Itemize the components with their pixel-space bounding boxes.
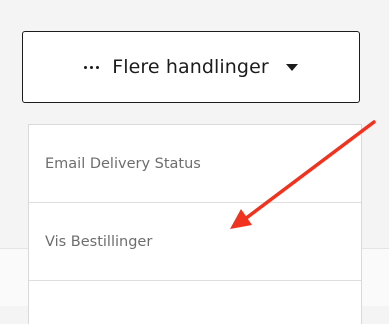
more-actions-button[interactable]: Flere handlinger [22,31,360,103]
more-actions-label: Flere handlinger [112,56,269,78]
ellipsis-icon [84,57,100,77]
menu-item-email-delivery-status[interactable]: Email Delivery Status [29,125,361,203]
menu-item-vis-bestillinger[interactable]: Vis Bestillinger [29,203,361,281]
more-actions-dropdown: Email Delivery Status Vis Bestillinger [28,124,362,324]
caret-down-icon [285,63,298,71]
